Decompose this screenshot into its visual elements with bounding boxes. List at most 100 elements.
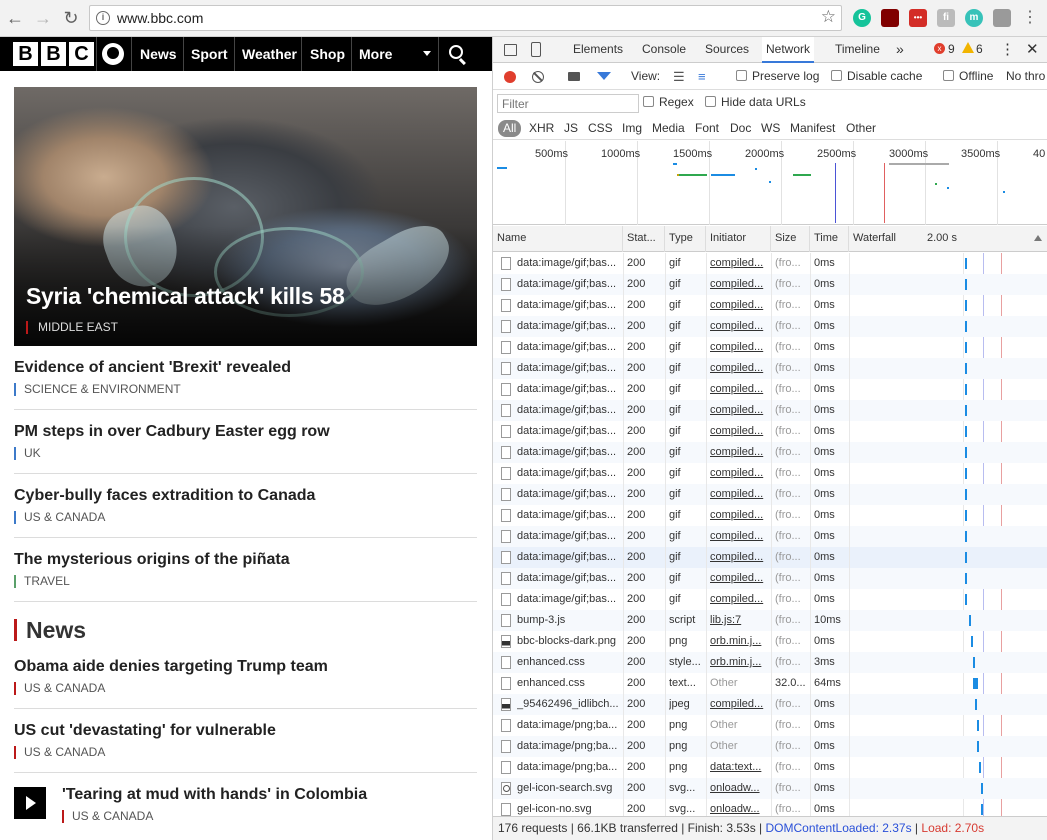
story-tag[interactable]: US & CANADA: [14, 682, 477, 695]
tab-timeline[interactable]: Timeline: [835, 37, 880, 63]
table-row[interactable]: data:image/gif;bas... 200 gif compiled... (f…: [493, 463, 1047, 484]
throttle-select[interactable]: No thro: [1006, 64, 1045, 90]
waterfall-view-icon[interactable]: ≡: [698, 64, 706, 90]
request-name[interactable]: enhanced.css: [517, 673, 621, 694]
story-item[interactable]: US cut 'devastating' for vulnerable US &…: [14, 722, 477, 759]
cube-icon[interactable]: [993, 9, 1011, 27]
info-icon[interactable]: i: [96, 11, 110, 25]
story-tag[interactable]: SCIENCE & ENVIRONMENT: [14, 383, 477, 396]
filter-icon[interactable]: [597, 72, 611, 80]
tab-sources[interactable]: Sources: [705, 37, 749, 63]
camera-icon[interactable]: [568, 72, 580, 81]
table-row[interactable]: _95462496_idlibch... 200 jpeg compiled... (f…: [493, 694, 1047, 715]
nav-news[interactable]: News: [140, 37, 177, 71]
story-title[interactable]: 'Tearing at mud with hands' in Colombia: [62, 786, 477, 804]
story-title[interactable]: Evidence of ancient 'Brexit' revealed: [14, 359, 477, 377]
search-icon[interactable]: [449, 45, 463, 59]
tab-console[interactable]: Console: [642, 37, 686, 63]
menu-dots-icon[interactable]: ⋮: [1019, 7, 1041, 29]
request-initiator[interactable]: compiled...: [710, 568, 768, 589]
request-initiator[interactable]: compiled...: [710, 589, 768, 610]
request-initiator[interactable]: compiled...: [710, 253, 768, 274]
momentum-icon[interactable]: m: [965, 9, 983, 27]
table-row[interactable]: data:image/gif;bas... 200 gif compiled... (f…: [493, 358, 1047, 379]
story-item[interactable]: Evidence of ancient 'Brexit' revealed SC…: [14, 359, 477, 396]
story-title[interactable]: Cyber-bully faces extradition to Canada: [14, 487, 477, 505]
request-name[interactable]: data:image/gif;bas...: [517, 400, 621, 421]
checkbox-icon[interactable]: [831, 70, 842, 81]
table-row[interactable]: data:image/png;ba... 200 png Other (fro... 0m…: [493, 715, 1047, 736]
request-initiator[interactable]: compiled...: [710, 442, 768, 463]
type-font[interactable]: Font: [695, 120, 719, 137]
story-tag[interactable]: US & CANADA: [62, 810, 477, 823]
warning-icon[interactable]: [962, 42, 974, 53]
col-size[interactable]: Size: [771, 226, 810, 252]
table-row[interactable]: data:image/gif;bas... 200 gif compiled... (f…: [493, 484, 1047, 505]
address-bar[interactable]: i www.bbc.com ☆: [89, 5, 842, 31]
type-all[interactable]: All: [498, 120, 522, 137]
table-row[interactable]: data:image/gif;bas... 200 gif compiled... (f…: [493, 274, 1047, 295]
story-item[interactable]: The mysterious origins of the piñata TRA…: [14, 551, 477, 588]
table-row[interactable]: data:image/gif;bas... 200 gif compiled... (f…: [493, 442, 1047, 463]
request-initiator[interactable]: compiled...: [710, 358, 768, 379]
col-name[interactable]: Name: [493, 226, 623, 252]
reload-icon[interactable]: ↻: [60, 7, 82, 29]
request-name[interactable]: _95462496_idlibch...: [517, 694, 621, 715]
tab-network[interactable]: Network: [762, 37, 815, 63]
request-initiator[interactable]: compiled...: [710, 547, 768, 568]
table-row[interactable]: data:image/png;ba... 200 png Other (fro... 0m…: [493, 736, 1047, 757]
type-manifest[interactable]: Manifest: [790, 120, 835, 137]
story-title[interactable]: US cut 'devastating' for vulnerable: [14, 722, 477, 740]
forward-arrow-icon[interactable]: →: [32, 7, 54, 29]
request-initiator[interactable]: compiled...: [710, 421, 768, 442]
nav-more[interactable]: More: [359, 37, 392, 71]
story-item[interactable]: Cyber-bully faces extradition to Canada …: [14, 487, 477, 524]
request-name[interactable]: data:image/gif;bas...: [517, 295, 621, 316]
request-name[interactable]: data:image/gif;bas...: [517, 253, 621, 274]
url-text[interactable]: www.bbc.com: [117, 10, 203, 26]
request-name[interactable]: data:image/gif;bas...: [517, 463, 621, 484]
table-row[interactable]: data:image/gif;bas... 200 gif compiled... (f…: [493, 589, 1047, 610]
table-row[interactable]: data:image/gif;bas... 200 gif compiled... (f…: [493, 505, 1047, 526]
request-initiator[interactable]: Other: [710, 673, 768, 694]
type-css[interactable]: CSS: [588, 120, 613, 137]
request-name[interactable]: data:image/gif;bas...: [517, 442, 621, 463]
request-initiator[interactable]: compiled...: [710, 484, 768, 505]
network-overview[interactable]: 500ms 1000ms 1500ms 2000ms 2500ms 3000ms…: [493, 141, 1047, 225]
request-name[interactable]: gel-icon-no.svg: [517, 799, 621, 817]
table-row[interactable]: data:image/gif;bas... 200 gif compiled... (f…: [493, 295, 1047, 316]
story-title[interactable]: The mysterious origins of the piñata: [14, 551, 477, 569]
table-row[interactable]: gel-icon-search.svg 200 svg... onloadw... (f…: [493, 778, 1047, 799]
request-initiator[interactable]: Other: [710, 715, 768, 736]
col-time[interactable]: Time: [810, 226, 849, 252]
table-row[interactable]: gel-icon-no.svg 200 svg... onloadw... (fro..…: [493, 799, 1047, 817]
hero-tag[interactable]: MIDDLE EAST: [26, 321, 118, 334]
bbc-logo[interactable]: BBC: [13, 42, 94, 66]
story-tag[interactable]: UK: [14, 447, 477, 460]
request-initiator[interactable]: orb.min.j...: [710, 652, 768, 673]
request-initiator[interactable]: onloadw...: [710, 799, 768, 817]
col-status[interactable]: Stat...: [623, 226, 665, 252]
preserve-log-checkbox[interactable]: Preserve log: [736, 64, 819, 90]
request-name[interactable]: data:image/gif;bas...: [517, 358, 621, 379]
checkbox-icon[interactable]: [705, 96, 716, 107]
grammarly-icon[interactable]: G: [853, 9, 871, 27]
back-arrow-icon[interactable]: ←: [4, 7, 26, 29]
request-name[interactable]: data:image/png;ba...: [517, 736, 621, 757]
request-initiator[interactable]: compiled...: [710, 295, 768, 316]
request-name[interactable]: data:image/gif;bas...: [517, 274, 621, 295]
request-name[interactable]: bbc-blocks-dark.png: [517, 631, 621, 652]
account-icon[interactable]: [102, 43, 124, 65]
request-initiator[interactable]: compiled...: [710, 694, 768, 715]
table-row[interactable]: enhanced.css 200 style... orb.min.j... (fro.…: [493, 652, 1047, 673]
request-name[interactable]: data:image/gif;bas...: [517, 589, 621, 610]
ublock-icon[interactable]: [881, 9, 899, 27]
story-title[interactable]: PM steps in over Cadbury Easter egg row: [14, 423, 477, 441]
table-row[interactable]: data:image/gif;bas... 200 gif compiled... (f…: [493, 526, 1047, 547]
request-initiator[interactable]: compiled...: [710, 316, 768, 337]
type-ws[interactable]: WS: [761, 120, 780, 137]
nav-sport[interactable]: Sport: [191, 37, 228, 71]
table-row[interactable]: data:image/gif;bas... 200 gif compiled... (f…: [493, 568, 1047, 589]
request-initiator[interactable]: compiled...: [710, 379, 768, 400]
table-row[interactable]: bump-3.js 200 script lib.js:7 (fro... 10ms: [493, 610, 1047, 631]
